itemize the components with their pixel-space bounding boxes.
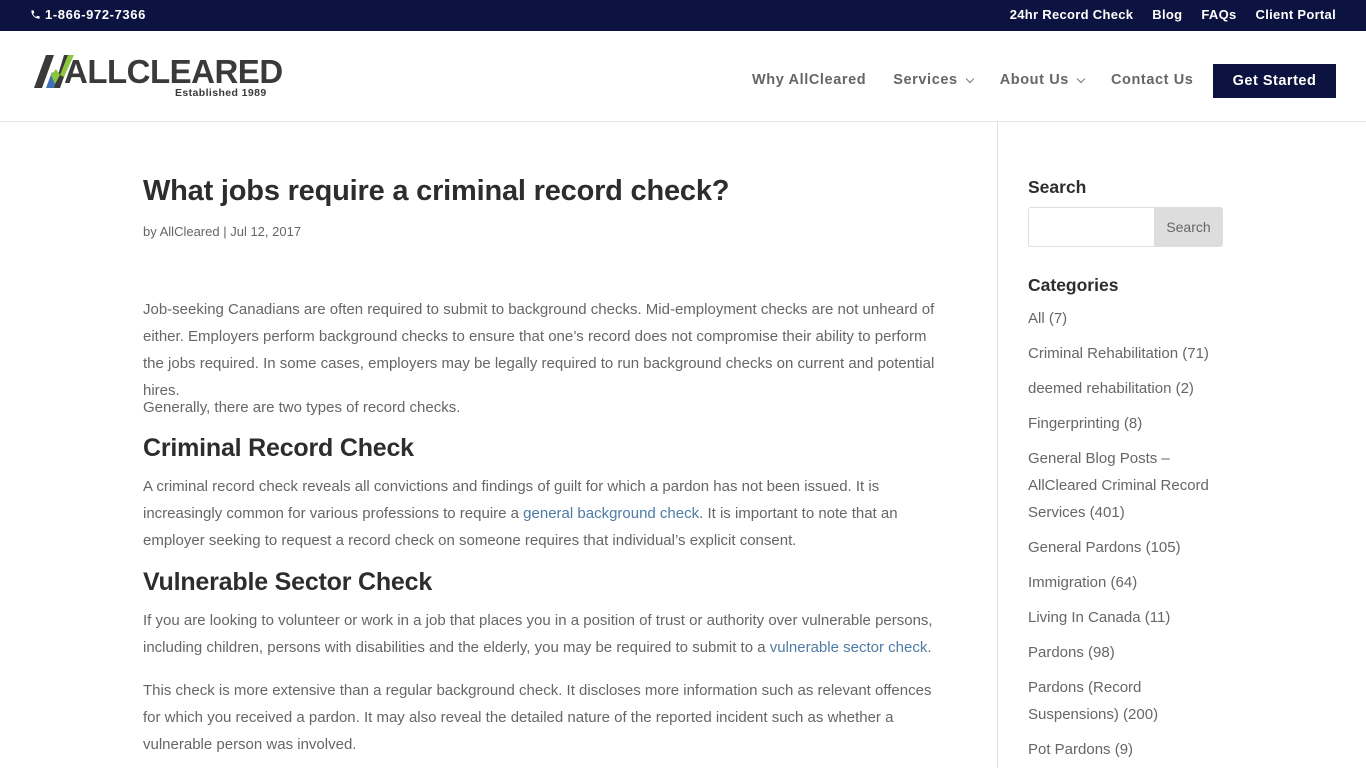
category-item: Criminal Rehabilitation (71) bbox=[1028, 340, 1228, 367]
logo-text: ALLCLEARED bbox=[64, 53, 283, 90]
meta-separator: | bbox=[219, 224, 231, 239]
post-meta: by AllCleared | Jul 12, 2017 bbox=[143, 224, 301, 239]
category-item: Living In Canada (11) bbox=[1028, 604, 1228, 631]
search-input[interactable] bbox=[1028, 207, 1154, 247]
general-background-check-link[interactable]: general background check bbox=[523, 505, 699, 522]
search-widget-title: Search bbox=[1028, 177, 1087, 197]
intro-paragraph-1: Job-seeking Canadians are often required… bbox=[143, 301, 935, 399]
author-link[interactable]: AllCleared bbox=[160, 224, 220, 239]
category-link[interactable]: Pardons (Record Suspensions) (200) bbox=[1028, 679, 1158, 723]
section-heading-vulnerable-sector-check: Vulnerable Sector Check bbox=[143, 568, 433, 596]
vulnerable-sector-paragraph: If you are looking to volunteer or work … bbox=[143, 607, 943, 661]
text: . bbox=[927, 639, 932, 656]
category-link[interactable]: Pardons (98) bbox=[1028, 644, 1115, 661]
top-link-client-portal[interactable]: Client Portal bbox=[1256, 7, 1336, 22]
category-item: deemed rehabilitation (2) bbox=[1028, 375, 1228, 402]
category-link[interactable]: All (7) bbox=[1028, 310, 1067, 327]
nav-label: Why AllCleared bbox=[752, 72, 867, 88]
article-title: What jobs require a criminal record chec… bbox=[143, 175, 730, 207]
category-link[interactable]: Criminal Rehabilitation (71) bbox=[1028, 345, 1209, 362]
category-link[interactable]: Fingerprinting (8) bbox=[1028, 415, 1142, 432]
search-form: Search bbox=[1028, 207, 1223, 247]
sidebar-divider bbox=[997, 122, 998, 768]
top-links: 24hr Record Check Blog FAQs Client Porta… bbox=[1010, 7, 1336, 22]
logo-tagline: Established 1989 bbox=[175, 87, 267, 99]
post-date: Jul 12, 2017 bbox=[230, 224, 302, 239]
intro-paragraph-2: Generally, there are two types of record… bbox=[143, 399, 461, 416]
category-item: Pot Pardons (9) bbox=[1028, 736, 1228, 763]
nav-label: About Us bbox=[999, 72, 1069, 88]
site-header: ALLCLEARED Established 1989 Why AllClear… bbox=[0, 31, 1366, 122]
categories-widget-title: Categories bbox=[1028, 275, 1119, 295]
category-link[interactable]: Pot Pardons (9) bbox=[1028, 741, 1133, 758]
chevron-down-icon bbox=[965, 74, 974, 83]
category-item: Fingerprinting (8) bbox=[1028, 410, 1228, 437]
search-button[interactable]: Search bbox=[1154, 207, 1223, 247]
vulnerable-sector-paragraph-2: This check is more extensive than a regu… bbox=[143, 682, 932, 753]
section-heading-criminal-record-check: Criminal Record Check bbox=[143, 434, 414, 462]
nav-about-us[interactable]: About Us bbox=[999, 72, 1086, 88]
category-item: Pardons (98) bbox=[1028, 639, 1228, 666]
vulnerable-sector-check-link[interactable]: vulnerable sector check bbox=[770, 639, 928, 656]
nav-why-allcleared[interactable]: Why AllCleared bbox=[752, 72, 866, 88]
meta-by: by bbox=[143, 224, 160, 239]
category-link[interactable]: deemed rehabilitation (2) bbox=[1028, 380, 1194, 397]
top-link-blog[interactable]: Blog bbox=[1152, 7, 1182, 22]
top-link-faqs[interactable]: FAQs bbox=[1201, 7, 1236, 22]
main-nav: Why AllCleared Services About Us Contact… bbox=[752, 72, 1220, 88]
top-bar: 1-866-972-7366 24hr Record Check Blog FA… bbox=[0, 0, 1366, 31]
criminal-record-paragraph: A criminal record check reveals all conv… bbox=[143, 473, 943, 554]
phone-number: 1-866-972-7366 bbox=[45, 7, 146, 22]
nav-label: Services bbox=[893, 72, 958, 88]
categories-list: All (7) Criminal Rehabilitation (71) dee… bbox=[1028, 305, 1228, 768]
category-item: General Pardons (105) bbox=[1028, 534, 1228, 561]
top-link-24hr-record-check[interactable]: 24hr Record Check bbox=[1010, 7, 1134, 22]
category-item: All (7) bbox=[1028, 305, 1228, 332]
category-link[interactable]: General Pardons (105) bbox=[1028, 539, 1181, 556]
logo[interactable]: ALLCLEARED Established 1989 bbox=[34, 52, 283, 102]
category-link[interactable]: General Blog Posts – AllCleared Criminal… bbox=[1028, 450, 1209, 521]
chevron-down-icon bbox=[1076, 74, 1086, 83]
nav-services[interactable]: Services bbox=[893, 72, 974, 88]
category-item: Pardons (Record Suspensions) (200) bbox=[1028, 674, 1228, 728]
phone-icon bbox=[31, 10, 40, 19]
get-started-button[interactable]: Get Started bbox=[1213, 64, 1336, 98]
category-item: General Blog Posts – AllCleared Criminal… bbox=[1028, 445, 1228, 526]
category-link[interactable]: Immigration (64) bbox=[1028, 574, 1137, 591]
category-link[interactable]: Living In Canada (11) bbox=[1028, 609, 1170, 626]
nav-label: Contact Us bbox=[1110, 72, 1194, 88]
category-item: Immigration (64) bbox=[1028, 569, 1228, 596]
phone-link[interactable]: 1-866-972-7366 bbox=[30, 7, 146, 22]
nav-contact-us[interactable]: Contact Us bbox=[1111, 72, 1194, 88]
